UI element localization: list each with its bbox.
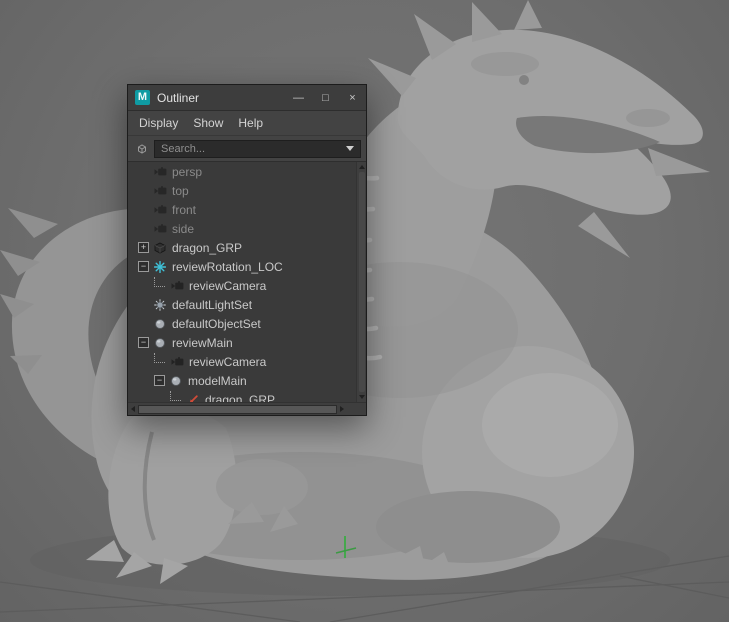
tree-row[interactable]: defaultLightSet <box>128 295 356 314</box>
expander-toggle[interactable]: − <box>138 337 149 348</box>
tree-connector-line <box>154 276 165 287</box>
tree-row-label: defaultObjectSet <box>172 316 261 331</box>
camera-icon <box>170 279 184 292</box>
tree-row-label: persp <box>172 164 203 179</box>
tree-row[interactable]: reviewCamera <box>128 276 356 295</box>
window-controls: — □ × <box>285 85 366 110</box>
light-set-icon <box>153 298 167 311</box>
camera-icon <box>153 184 167 197</box>
tree-row[interactable]: reviewCamera <box>128 352 356 371</box>
filter-cube-icon[interactable] <box>135 142 149 156</box>
horizontal-scroll-thumb[interactable] <box>138 404 338 414</box>
camera-icon <box>153 165 167 178</box>
scroll-down-arrow[interactable] <box>358 395 365 399</box>
scroll-right-arrow[interactable] <box>340 406 345 412</box>
horizontal-scrollbar[interactable] <box>128 402 366 415</box>
object-set-icon <box>153 336 167 349</box>
tree-connector-line <box>154 352 165 363</box>
tree-row[interactable]: persp <box>128 162 356 181</box>
expander-toggle[interactable]: − <box>138 261 149 272</box>
scroll-left-arrow[interactable] <box>131 406 135 412</box>
tree-row-label: dragon_GRP <box>205 392 276 403</box>
expander-toggle[interactable]: + <box>138 242 149 253</box>
tree-row-label: side <box>172 221 195 236</box>
tree-row-label: reviewMain <box>172 335 233 350</box>
window-title: Outliner <box>157 90 200 105</box>
object-set-icon <box>169 374 183 387</box>
search-input[interactable]: Search... <box>154 139 361 158</box>
outliner-window: M Outliner — □ × Display Show Help Searc… <box>127 84 367 416</box>
tree-row-label: reviewCamera <box>189 354 267 369</box>
tree-row-label: dragon_GRP <box>172 240 243 255</box>
outliner-tree[interactable]: persp top front side + dragon_GRP − reviewRotat… <box>128 162 356 402</box>
outliner-titlebar[interactable]: M Outliner — □ × <box>128 85 366 111</box>
tree-row-label: top <box>172 183 189 198</box>
tree-row[interactable]: − reviewMain <box>128 333 356 352</box>
locator-icon <box>153 260 167 273</box>
object-set-icon <box>153 317 167 330</box>
tree-row[interactable]: side <box>128 219 356 238</box>
expander-toggle[interactable]: − <box>154 375 165 386</box>
tree-row[interactable]: dragon_GRP <box>128 390 356 402</box>
tree-row-label: front <box>172 202 197 217</box>
vertical-scrollbar[interactable] <box>356 162 366 402</box>
camera-icon <box>153 222 167 235</box>
transform-icon <box>153 241 167 254</box>
menu-help[interactable]: Help <box>238 116 263 130</box>
tree-row[interactable]: − modelMain <box>128 371 356 390</box>
vertical-scroll-thumb[interactable] <box>358 172 365 392</box>
camera-icon <box>153 203 167 216</box>
tree-row[interactable]: top <box>128 181 356 200</box>
tree-row[interactable]: front <box>128 200 356 219</box>
maya-viewport-screen: { "colors": { "viewport_bg": "#6e6e6e", … <box>0 0 729 622</box>
tree-row-label: reviewRotation_LOC <box>172 259 283 274</box>
tree-connector-line <box>170 390 181 401</box>
outliner-search-row: Search... <box>128 136 366 162</box>
close-button[interactable]: × <box>339 85 366 110</box>
menu-display[interactable]: Display <box>139 116 178 130</box>
reference-icon <box>186 393 200 402</box>
tree-row-label: defaultLightSet <box>172 297 253 312</box>
minimize-button[interactable]: — <box>285 85 312 110</box>
tree-row-label: modelMain <box>188 373 247 388</box>
tree-row[interactable]: + dragon_GRP <box>128 238 356 257</box>
maximize-button[interactable]: □ <box>312 85 339 110</box>
maya-logo-icon: M <box>135 90 150 105</box>
camera-icon <box>170 355 184 368</box>
scroll-up-arrow[interactable] <box>358 165 365 169</box>
search-placeholder: Search... <box>161 142 206 155</box>
search-dropdown-icon[interactable] <box>346 146 354 151</box>
tree-row[interactable]: − reviewRotation_LOC <box>128 257 356 276</box>
outliner-tree-wrap: persp top front side + dragon_GRP − reviewRotat… <box>128 162 366 402</box>
menu-show[interactable]: Show <box>193 116 223 130</box>
tree-row-label: reviewCamera <box>189 278 267 293</box>
outliner-menubar: Display Show Help <box>128 111 366 136</box>
tree-row[interactable]: defaultObjectSet <box>128 314 356 333</box>
